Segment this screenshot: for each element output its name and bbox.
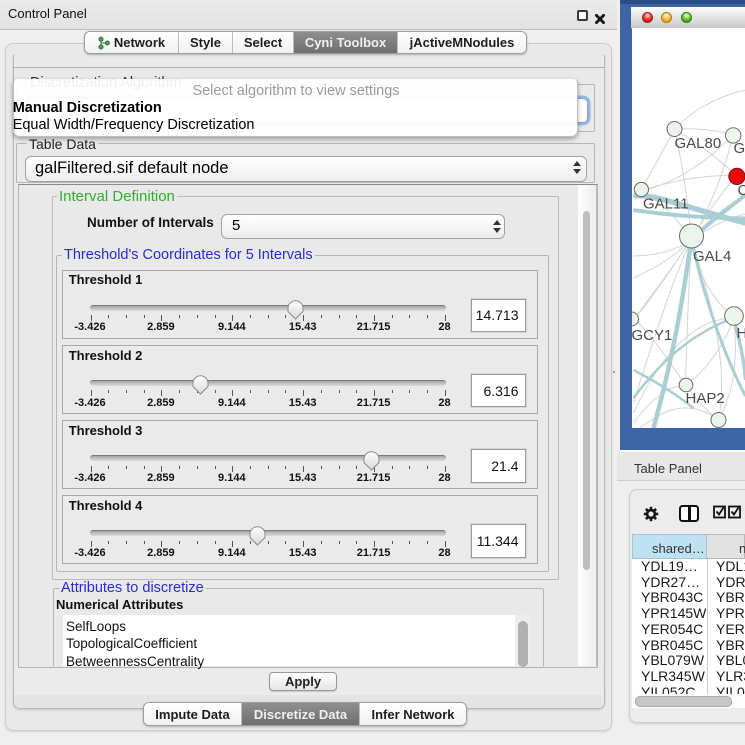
- svg-text:C: C: [737, 182, 745, 199]
- svg-text:H: H: [736, 325, 745, 342]
- svg-text:GCY1: GCY1: [632, 327, 672, 344]
- svg-text:GAL4: GAL4: [693, 248, 731, 265]
- svg-text:HAP2: HAP2: [685, 390, 724, 407]
- svg-text:G.: G.: [733, 140, 745, 157]
- svg-text:GAL11: GAL11: [643, 196, 689, 213]
- svg-text:GAL80: GAL80: [674, 135, 721, 152]
